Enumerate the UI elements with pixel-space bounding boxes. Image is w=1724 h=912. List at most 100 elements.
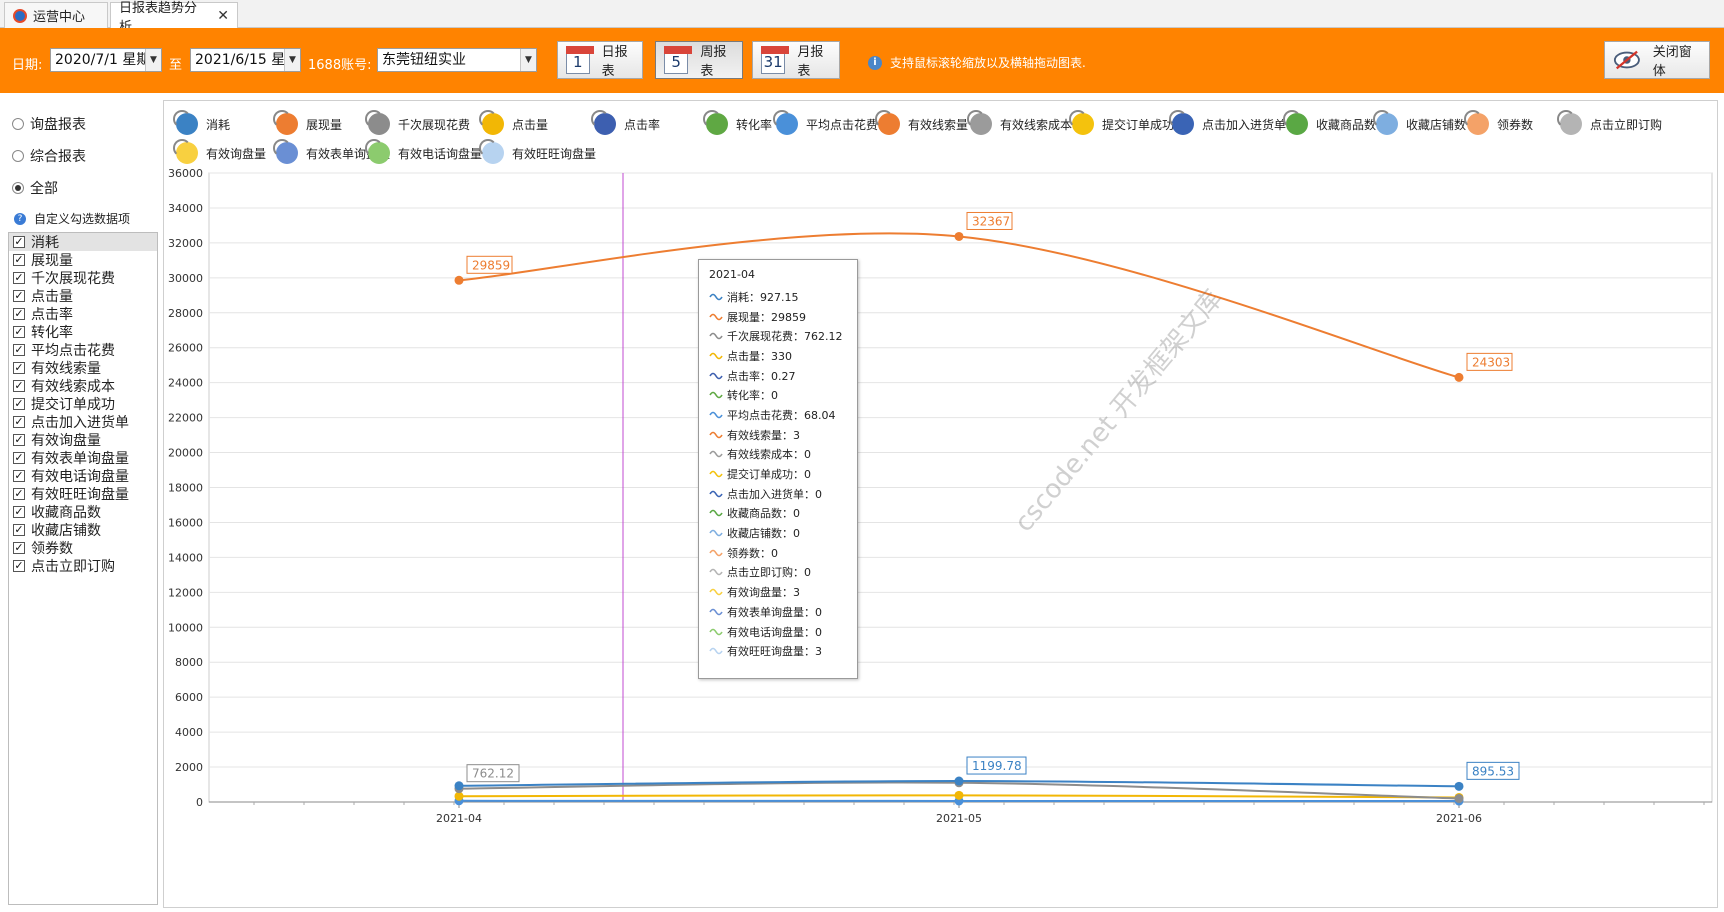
chevron-down-icon[interactable]: ▼: [520, 49, 536, 71]
metric-check-label: 点击率: [31, 307, 73, 323]
metric-check-item[interactable]: ✓ 转化率: [9, 323, 157, 341]
chevron-down-icon[interactable]: ▼: [145, 49, 161, 71]
metric-check-label: 千次展现花费: [31, 271, 115, 287]
y-tick-label: 32000: [168, 237, 203, 250]
hint-label: 支持鼠标滚轮缩放以及横轴拖动图表.: [890, 56, 1086, 70]
metric-check-item[interactable]: ✓ 有效旺旺询盘量: [9, 485, 157, 503]
date-from-picker[interactable]: 2020/7/1 星期 ▼: [50, 48, 162, 72]
metric-check-item[interactable]: ✓ 点击率: [9, 305, 157, 323]
calendar-icon: 31: [761, 46, 790, 74]
metric-check-item[interactable]: ✓ 领券数: [9, 539, 157, 557]
close-tab-icon[interactable]: ✕: [217, 8, 229, 24]
checkbox-icon[interactable]: ✓: [13, 452, 25, 464]
metric-checklist[interactable]: ✓ 消耗 ✓ 展现量 ✓ 千次展现花费 ✓ 点击量 ✓ 点击率 ✓ 转化率 ✓ 平均点击花费 ✓ 有效线索量 ✓…: [8, 232, 158, 905]
metric-check-item[interactable]: ✓ 千次展现花费: [9, 269, 157, 287]
checkbox-icon[interactable]: ✓: [13, 254, 25, 266]
hide-eye-icon: [1613, 50, 1640, 70]
metric-check-item[interactable]: ✓ 有效线索成本: [9, 377, 157, 395]
data-label: 29859: [472, 258, 510, 272]
metric-check-item[interactable]: ✓ 有效线索量: [9, 359, 157, 377]
checkbox-icon[interactable]: ✓: [13, 380, 25, 392]
y-tick-label: 6000: [175, 691, 203, 704]
series-line-icon: [709, 549, 723, 557]
tooltip-row-text: 点击立即订购：0: [727, 566, 811, 580]
checkbox-icon[interactable]: ✓: [13, 272, 25, 284]
checkbox-icon[interactable]: ✓: [13, 488, 25, 500]
y-tick-label: 4000: [175, 726, 203, 739]
checkbox-icon[interactable]: ✓: [13, 344, 25, 356]
tooltip-row: 收藏商品数：0: [709, 504, 847, 524]
metric-check-item[interactable]: ✓ 消耗: [9, 233, 157, 251]
metric-check-item[interactable]: ✓ 收藏店铺数: [9, 521, 157, 539]
chart-panel[interactable]: 消耗 展现量 千次展现花费 点击量 点击率 转化率 平均点击花费 有效线索量 有效线索成本 提交订…: [163, 100, 1718, 908]
tab-ops-center[interactable]: 运营中心: [4, 2, 108, 28]
tooltip-row: 提交订单成功：0: [709, 464, 847, 484]
checkbox-icon[interactable]: ✓: [13, 560, 25, 572]
weekly-report-button[interactable]: 5 周报表: [655, 41, 743, 79]
checkbox-icon[interactable]: ✓: [13, 470, 25, 482]
info-icon: i: [868, 55, 882, 70]
monthly-report-label: 月报表: [797, 45, 824, 79]
tooltip-row-text: 领券数：0: [727, 546, 778, 560]
checkbox-icon[interactable]: ✓: [13, 290, 25, 302]
checkbox-icon[interactable]: ✓: [13, 326, 25, 338]
metric-check-item[interactable]: ✓ 平均点击花费: [9, 341, 157, 359]
radio-inquiry-report[interactable]: 询盘报表: [12, 114, 86, 134]
calendar-icon: 1: [566, 46, 594, 74]
data-point: [454, 781, 464, 791]
checkbox-icon[interactable]: ✓: [13, 398, 25, 410]
radio-combined-report[interactable]: 综合报表: [12, 146, 86, 166]
series-line-icon: [709, 647, 723, 655]
tooltip-row-text: 有效线索成本：0: [727, 448, 811, 462]
metric-check-item[interactable]: ✓ 有效表单询盘量: [9, 449, 157, 467]
custom-fields-link[interactable]: ? 自定义勾选数据项: [14, 210, 130, 227]
account-select[interactable]: 东莞钮纽实业 ▼: [377, 48, 537, 72]
metric-check-item[interactable]: ✓ 展现量: [9, 251, 157, 269]
tooltip-row-text: 点击率：0.27: [727, 369, 796, 383]
close-window-button[interactable]: 关闭窗体: [1604, 41, 1710, 79]
tab-daily-trend[interactable]: 日报表趋势分析 ✕: [110, 1, 238, 35]
radio-icon[interactable]: [12, 150, 24, 162]
metric-check-item[interactable]: ✓ 点击加入进货单: [9, 413, 157, 431]
y-tick-label: 18000: [168, 482, 203, 495]
checkbox-icon[interactable]: ✓: [13, 434, 25, 446]
metric-check-item[interactable]: ✓ 点击立即订购: [9, 557, 157, 575]
tooltip-row-text: 有效表单询盘量：0: [727, 605, 822, 619]
data-point: [1454, 372, 1464, 382]
radio-icon[interactable]: [12, 182, 24, 194]
x-tick-label: 2021-06: [1436, 812, 1482, 825]
radio-label: 询盘报表: [30, 117, 86, 133]
metric-check-label: 点击量: [31, 289, 73, 305]
tooltip-row: 点击加入进货单：0: [709, 484, 847, 504]
monthly-report-button[interactable]: 31 月报表: [752, 41, 840, 79]
tooltip-row-text: 有效询盘量：3: [727, 586, 800, 600]
checkbox-icon[interactable]: ✓: [13, 542, 25, 554]
metric-check-item[interactable]: ✓ 收藏商品数: [9, 503, 157, 521]
checkbox-icon[interactable]: ✓: [13, 524, 25, 536]
trend-chart[interactable]: 0 2000 4000 6000 8000 10000 12000 14000 16000 180…: [164, 101, 1719, 909]
x-tick-label: 2021-05: [936, 812, 982, 825]
checkbox-icon[interactable]: ✓: [13, 308, 25, 320]
tooltip-row: 收藏店铺数：0: [709, 523, 847, 543]
radio-all[interactable]: 全部: [12, 178, 58, 198]
metric-check-item[interactable]: ✓ 提交订单成功: [9, 395, 157, 413]
series-line-icon: [709, 313, 723, 320]
series-line-icon: [709, 510, 723, 517]
radio-icon[interactable]: [12, 118, 24, 130]
tooltip-row: 点击率：0.27: [709, 366, 847, 386]
daily-report-button[interactable]: 1 日报表: [557, 41, 643, 79]
metric-check-item[interactable]: ✓ 有效电话询盘量: [9, 467, 157, 485]
checkbox-icon[interactable]: ✓: [13, 362, 25, 374]
chevron-down-icon[interactable]: ▼: [284, 49, 300, 71]
checkbox-icon[interactable]: ✓: [13, 416, 25, 428]
data-point: [1454, 794, 1464, 804]
date-to-picker[interactable]: 2021/6/15 星 ▼: [190, 48, 301, 72]
metric-check-item[interactable]: ✓ 有效询盘量: [9, 431, 157, 449]
checkbox-icon[interactable]: ✓: [13, 506, 25, 518]
metric-check-item[interactable]: ✓ 点击量: [9, 287, 157, 305]
y-tick-label: 10000: [168, 621, 203, 634]
checkbox-icon[interactable]: ✓: [13, 236, 25, 248]
tooltip-row: 有效旺旺询盘量：3: [709, 641, 847, 661]
tooltip-row-text: 点击量：330: [727, 349, 792, 363]
tooltip-row-text: 消耗：927.15: [727, 290, 799, 304]
